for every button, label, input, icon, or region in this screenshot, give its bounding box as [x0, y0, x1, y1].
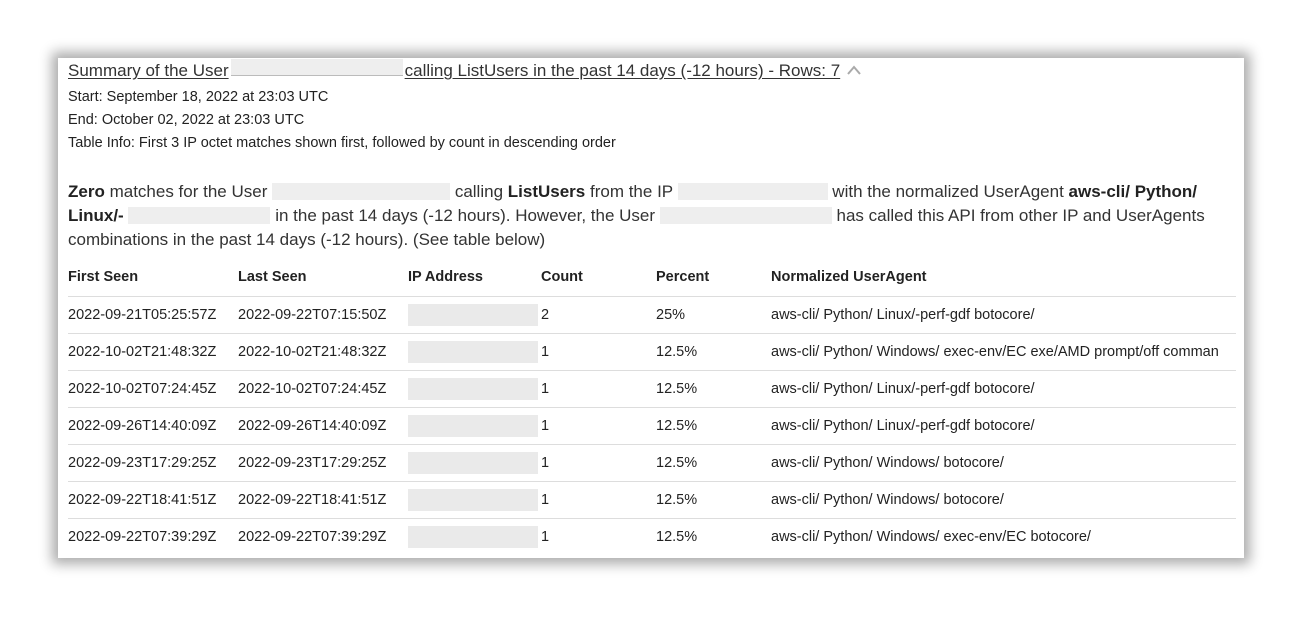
- redacted-ip: [408, 452, 538, 474]
- table-row: 2022-09-22T18:41:51Z 2022-09-22T18:41:51…: [68, 481, 1236, 519]
- count-cell: 2: [541, 296, 656, 334]
- table-info: Table Info: First 3 IP octet matches sho…: [68, 135, 616, 151]
- col-count[interactable]: Count: [541, 258, 656, 297]
- last-seen-cell: 2022-10-02T21:48:32Z: [238, 333, 408, 371]
- last-seen-cell: 2022-09-22T07:15:50Z: [238, 296, 408, 334]
- first-seen-cell: 2022-09-23T17:29:25Z: [68, 444, 238, 482]
- result-description: Zero matches for the User calling ListUs…: [68, 180, 1238, 252]
- col-user-agent[interactable]: Normalized UserAgent: [771, 258, 1236, 297]
- redacted-ip: [408, 378, 538, 400]
- table-row: 2022-10-02T07:24:45Z 2022-10-02T07:24:45…: [68, 370, 1236, 408]
- start-time: Start: September 18, 2022 at 23:03 UTC: [68, 89, 329, 105]
- table-row: 2022-09-23T17:29:25Z 2022-09-23T17:29:25…: [68, 444, 1236, 482]
- last-seen-cell: 2022-09-26T14:40:09Z: [238, 407, 408, 445]
- redacted-username: [230, 59, 403, 76]
- user-agent-cell: aws-cli/ Python/ Windows/ exec-env/EC ex…: [771, 333, 1236, 371]
- zero-label: Zero: [68, 182, 105, 201]
- para-text-2: calling: [454, 182, 504, 201]
- user-agent-cell: aws-cli/ Python/ Linux/-perf-gdf botocor…: [771, 407, 1236, 445]
- ip-cell: [408, 407, 541, 445]
- summary-header[interactable]: Summary of the User calling ListUsers in…: [68, 59, 862, 81]
- redacted-ip: [408, 489, 538, 511]
- count-cell: 1: [541, 529, 550, 545]
- percent-cell: 12.5%: [656, 444, 771, 482]
- summary-title-prefix: Summary of the User: [68, 61, 229, 80]
- ip-cell: [408, 370, 541, 408]
- redacted-username: [272, 183, 451, 200]
- first-seen-cell: 2022-09-22T18:41:51Z: [68, 481, 238, 519]
- redacted-ip: [408, 304, 538, 326]
- end-time: End: October 02, 2022 at 23:03 UTC: [68, 112, 305, 128]
- last-seen-cell: 2022-09-22T07:39:29Z: [238, 529, 387, 545]
- col-first-seen[interactable]: First Seen: [68, 258, 238, 297]
- para-text-5: in the past 14 days (-12 hours). However…: [275, 206, 656, 225]
- col-percent[interactable]: Percent: [656, 258, 771, 297]
- user-agent-cell: aws-cli/ Python/ Windows/ botocore/: [771, 481, 1236, 519]
- ip-cell: [408, 481, 541, 519]
- ip-cell: [408, 296, 541, 334]
- summary-title-link[interactable]: Summary of the User calling ListUsers in…: [68, 59, 840, 81]
- user-agent-cell: aws-cli/ Python/ Linux/-perf-gdf botocor…: [771, 296, 1236, 334]
- count-cell: 1: [541, 333, 656, 371]
- table-header-row: First Seen Last Seen IP Address Count Pe…: [68, 258, 1236, 297]
- percent-cell: 12.5%: [656, 370, 771, 408]
- count-cell: 1: [541, 444, 656, 482]
- ip-cell: [408, 333, 541, 371]
- redacted-ip: [408, 415, 538, 437]
- chevron-up-icon[interactable]: [846, 64, 862, 76]
- count-cell: 1: [541, 370, 656, 408]
- summary-title-suffix: calling ListUsers in the past 14 days (-…: [404, 61, 841, 80]
- redacted-useragent: [128, 207, 271, 224]
- last-seen-cell: 2022-10-02T07:24:45Z: [238, 370, 408, 408]
- col-last-seen[interactable]: Last Seen: [238, 258, 408, 297]
- percent-cell: 12.5%: [656, 481, 771, 519]
- first-seen-cell: 2022-09-26T14:40:09Z: [68, 407, 238, 445]
- first-seen-cell: 2022-10-02T21:48:32Z: [68, 333, 238, 371]
- summary-panel: Summary of the User calling ListUsers in…: [58, 58, 1244, 558]
- col-ip-address[interactable]: IP Address: [408, 258, 541, 297]
- percent-cell: 12.5%: [656, 529, 698, 545]
- para-text-4: with the normalized UserAgent: [832, 182, 1064, 201]
- first-seen-cell: 2022-09-22T07:39:29Z: [68, 529, 217, 545]
- user-agent-cell: aws-cli/ Python/ Linux/-perf-gdf botocor…: [771, 370, 1236, 408]
- redacted-username: [659, 207, 832, 224]
- count-cell: 1: [541, 407, 656, 445]
- table-row: 2022-10-02T21:48:32Z 2022-10-02T21:48:32…: [68, 333, 1236, 371]
- first-seen-cell: 2022-10-02T07:24:45Z: [68, 370, 238, 408]
- count-cell: 1: [541, 481, 656, 519]
- results-table: First Seen Last Seen IP Address Count Pe…: [68, 258, 1236, 555]
- percent-cell: 12.5%: [656, 333, 771, 371]
- percent-cell: 12.5%: [656, 407, 771, 445]
- api-name: ListUsers: [507, 182, 586, 201]
- percent-cell: 25%: [656, 296, 771, 334]
- redacted-ip: [677, 183, 828, 200]
- user-agent-cell: aws-cli/ Python/ Windows/ exec-env/EC bo…: [771, 529, 1091, 545]
- ip-cell: [408, 444, 541, 482]
- para-text-1: matches for the User: [109, 182, 268, 201]
- user-agent-cell: aws-cli/ Python/ Windows/ botocore/: [771, 444, 1236, 482]
- para-text-3: from the IP: [589, 182, 673, 201]
- ip-cell: [408, 519, 541, 556]
- first-seen-cell: 2022-09-21T05:25:57Z: [68, 296, 238, 334]
- last-seen-cell: 2022-09-23T17:29:25Z: [238, 444, 408, 482]
- table-row: 2022-09-26T14:40:09Z 2022-09-26T14:40:09…: [68, 407, 1236, 445]
- redacted-ip: [408, 526, 538, 548]
- table-row: 2022-09-21T05:25:57Z 2022-09-22T07:15:50…: [68, 296, 1236, 334]
- redacted-ip: [408, 341, 538, 363]
- table-row: 2022-09-22T07:39:29Z 2022-09-22T07:39:29…: [68, 519, 1236, 556]
- last-seen-cell: 2022-09-22T18:41:51Z: [238, 481, 408, 519]
